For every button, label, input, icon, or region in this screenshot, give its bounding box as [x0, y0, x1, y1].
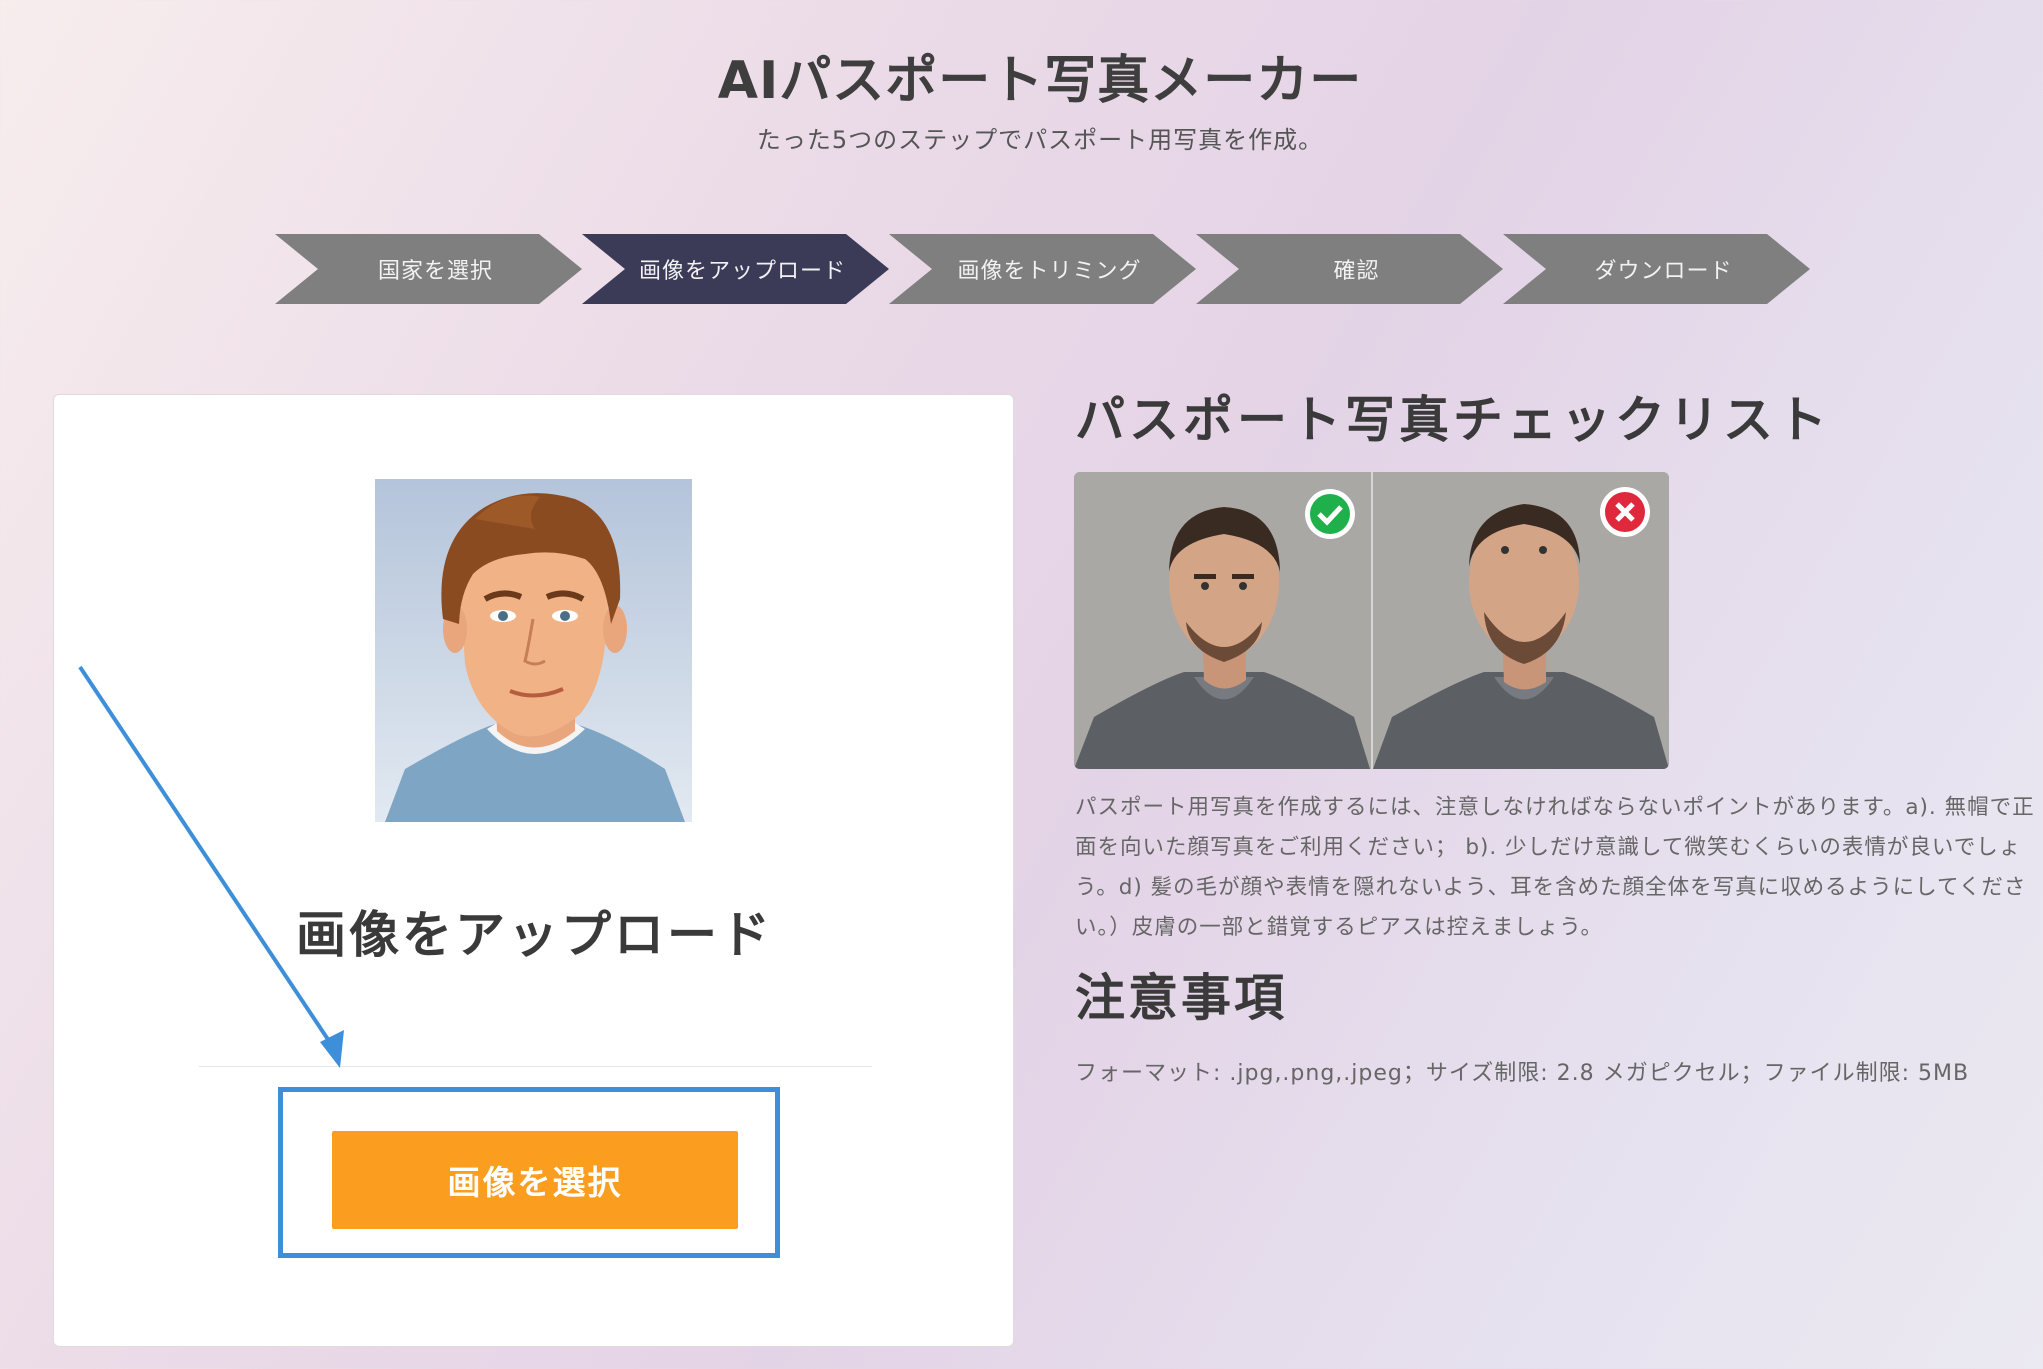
step-upload-image[interactable]: 画像をアップロード	[582, 234, 889, 304]
step-label: 画像をトリミング	[957, 259, 1142, 284]
divider	[199, 1066, 872, 1067]
step-label: 画像をアップロード	[638, 259, 846, 284]
step-select-country[interactable]: 国家を選択	[275, 234, 582, 304]
upload-card: 画像をアップロード 画像を選択	[53, 394, 1014, 1347]
step-download[interactable]: ダウンロード	[1503, 234, 1810, 304]
step-label: 確認	[1333, 259, 1380, 284]
select-image-button[interactable]: 画像を選択	[332, 1131, 738, 1229]
step-confirm[interactable]: 確認	[1196, 234, 1503, 304]
sample-avatar-image	[375, 479, 692, 822]
ok-badge	[1310, 494, 1350, 534]
checklist-title: パスポート写真チェックリスト	[1075, 391, 1831, 449]
step-progress-bar: 国家を選択 画像をアップロード 画像をトリミング 確認 ダウンロード	[275, 234, 1811, 304]
page-subtitle: たった5つのステップでパスポート用写真を作成。	[756, 126, 1324, 154]
format-info: フォーマット: .jpg,.png,.jpeg；サイズ制限: 2.8 メガピクセ…	[1075, 1061, 1970, 1086]
checklist-description: パスポート用写真を作成するには、注意しなければならないポイントがあります。a).…	[1075, 795, 2035, 940]
photo-comparison-image	[1074, 472, 1669, 769]
page-title: AIパスポート写真メーカー	[717, 51, 1363, 111]
upload-heading: 画像をアップロード	[296, 906, 773, 964]
step-label: ダウンロード	[1594, 259, 1733, 284]
step-label: 国家を選択	[377, 259, 493, 284]
step-crop-image[interactable]: 画像をトリミング	[889, 234, 1196, 304]
notes-title: 注意事項	[1075, 969, 1287, 1027]
